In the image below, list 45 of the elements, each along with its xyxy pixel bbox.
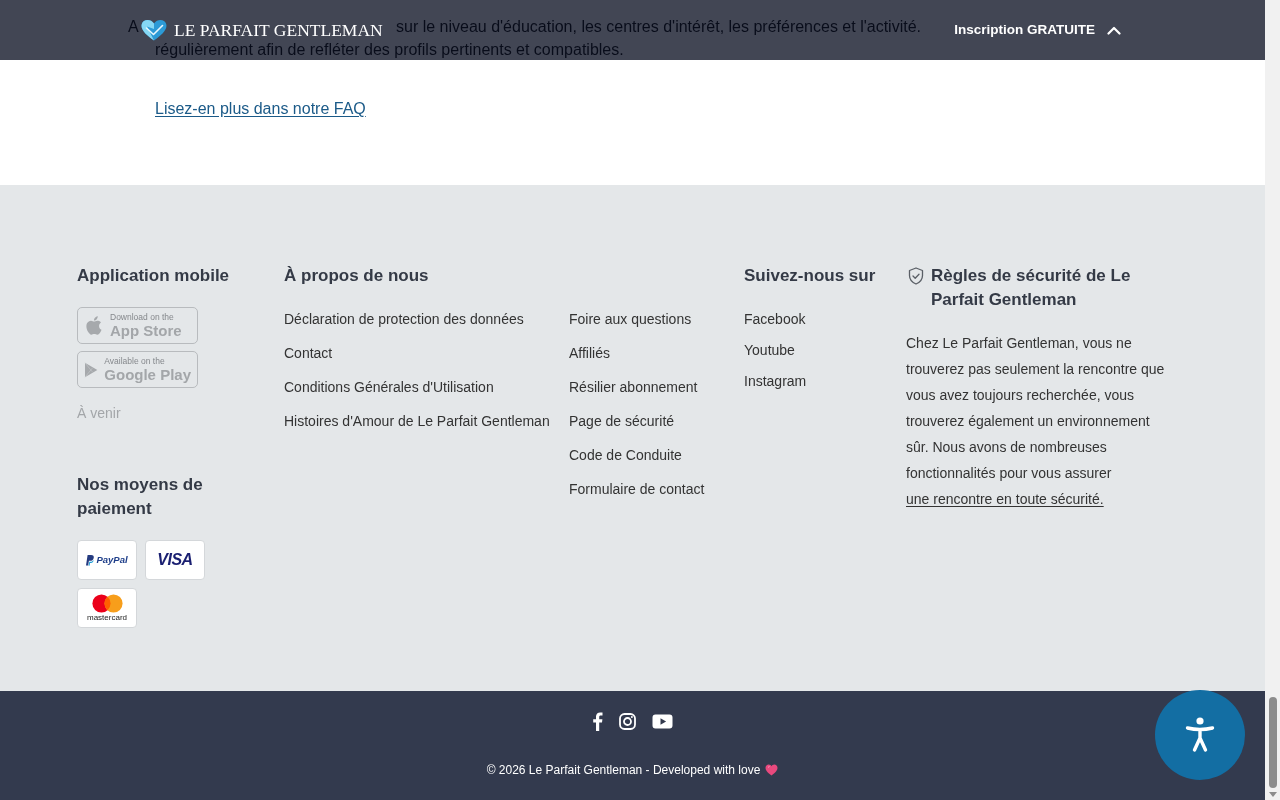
chevron-up-icon[interactable] [1107,25,1121,35]
scroll-down-arrow-icon[interactable] [1268,792,1277,797]
logo-text[interactable]: LE PARFAIT GENTLEMAN [174,19,383,41]
footer-link[interactable]: Code de Conduite [569,445,682,465]
heart-icon [765,764,779,776]
footer-link[interactable]: Conditions Générales d'Utilisation [284,377,494,397]
safety-text: Chez Le Parfait Gentleman, vous ne trouverez pas seulement la rencontre que vous avez toujours recherchée, vous trouverez également un environnement sûr. Nous avons de nombreuses fonctionnalités pour vous assurer une rencontre en toute sécurité. [906,334,1166,509]
footer-link[interactable]: Contact [284,343,333,363]
apple-icon [84,314,104,337]
instagram-icon[interactable] [619,713,636,730]
visa-logo-text: VISA [157,552,193,568]
footer-link[interactable]: Foire aux questions [569,309,692,329]
footer-link[interactable]: Formulaire de contact [569,479,705,499]
overlapping-circles-icon [91,593,123,613]
social-link[interactable]: Facebook [744,309,806,329]
footer-link[interactable]: Histoires d'Amour de Le Parfait Gentleman [284,411,550,431]
paypal-logo-text: PayPal [96,555,128,565]
mastercard-logo-text: mastercard [87,612,127,623]
heart-check-icon[interactable] [140,18,168,42]
footer-link[interactable]: Résilier abonnement [569,377,698,397]
footer-link[interactable]: Déclaration de protection des données [284,309,524,329]
youtube-icon[interactable] [652,714,673,729]
scrollbar-thumb[interactable] [1268,697,1277,788]
scrollbar-track[interactable] [1265,0,1280,800]
accessibility-icon [1185,717,1215,753]
answer-text: régulièrement afin de refléter des profils pertinents et compatibles. [155,40,624,60]
section-heading: Règles de sécurité de Le Parfait Gentleman [931,265,1132,311]
shield-check-icon [908,267,924,285]
safety-link[interactable]: une rencontre en toute sécurité. [906,491,1104,507]
paypal-p-icon [86,554,95,566]
section-heading: Nos moyens de paiement [77,474,204,520]
section-heading: À propos de nous [284,265,429,287]
signup-link[interactable]: Inscription GRATUITE [954,19,1095,41]
facebook-icon[interactable] [592,712,603,731]
section-heading: Application mobile [77,265,230,287]
social-link[interactable]: Instagram [744,371,807,391]
answer-marker: A [128,17,139,37]
coming-soon-note: À venir [77,404,121,423]
footer-link[interactable]: Page de sécurité [569,411,675,431]
section-heading: Suivez-nous sur [744,265,876,287]
answer-text: sur le niveau d'éducation, les centres d'intérêt, les préférences et l'activité. [396,17,921,37]
faq-link[interactable]: Lisez-en plus dans notre FAQ [155,97,366,120]
copyright-text: © 2026 Le Parfait Gentleman - Developed with love [486,762,761,778]
social-link[interactable]: Youtube [744,340,795,360]
footer-link[interactable]: Affiliés [569,343,610,363]
